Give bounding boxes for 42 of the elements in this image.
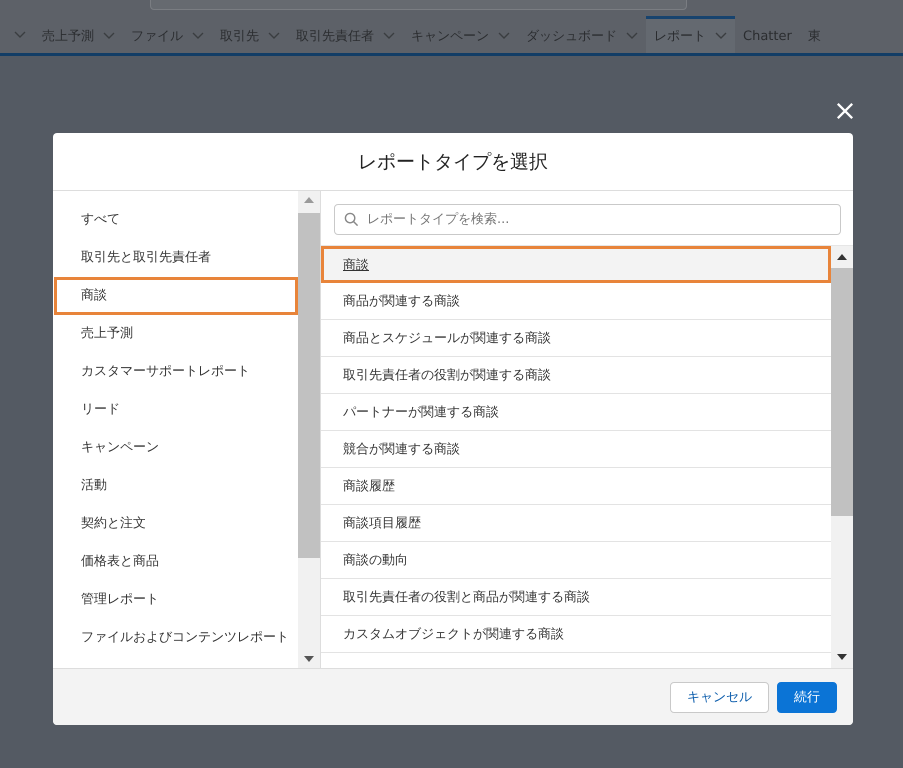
report-type-item[interactable]: パートナーが関連する商談	[321, 394, 831, 431]
category-item[interactable]: カスタマーサポートレポート	[54, 353, 298, 391]
report-type-item[interactable]: 商談の動向	[321, 542, 831, 579]
category-item[interactable]: 契約と注文	[54, 505, 298, 543]
category-item[interactable]: リード	[54, 391, 298, 429]
report-type-item[interactable]: 商談項目履歴	[321, 505, 831, 542]
scroll-down-icon[interactable]	[304, 656, 314, 662]
chevron-down-icon[interactable]	[626, 32, 638, 40]
category-item[interactable]: 取引先と取引先責任者	[54, 239, 298, 277]
category-item[interactable]: 価格表と商品	[54, 543, 298, 581]
report-type-item[interactable]: 商談履歴	[321, 468, 831, 505]
close-icon[interactable]	[836, 102, 854, 120]
report-type-item[interactable]: 商談	[321, 246, 831, 283]
dialog-title: レポートタイプを選択	[358, 150, 548, 174]
search-field[interactable]: レポートタイプを検索...	[334, 204, 841, 235]
chevron-down-icon[interactable]	[192, 32, 204, 40]
chevron-down-icon[interactable]	[103, 32, 115, 40]
category-item[interactable]: すべて	[54, 201, 298, 239]
search-icon	[344, 212, 359, 227]
report-type-item[interactable]: 取引先責任者の役割と商品が関連する商談	[321, 579, 831, 616]
scrollbar[interactable]	[831, 246, 853, 668]
scroll-up-icon[interactable]	[837, 254, 847, 260]
category-item[interactable]: 管理レポート	[54, 581, 298, 619]
chevron-down-icon[interactable]	[268, 32, 280, 40]
scrollbar[interactable]	[298, 191, 320, 668]
cancel-button[interactable]: キャンセル	[670, 682, 769, 712]
report-type-item[interactable]: 商品が関連する商談	[321, 283, 831, 320]
category-item[interactable]: ファイルおよびコンテンツレポート	[54, 619, 298, 657]
chevron-down-icon[interactable]	[14, 30, 26, 38]
category-item[interactable]: 活動	[54, 467, 298, 505]
scroll-down-icon[interactable]	[837, 654, 847, 660]
report-type-item[interactable]: 競合が関連する商談	[321, 431, 831, 468]
report-type-item[interactable]: 取引先責任者の役割が関連する商談	[321, 357, 831, 394]
category-item[interactable]: 売上予測	[54, 315, 298, 353]
continue-button[interactable]: 続行	[777, 682, 837, 712]
category-item[interactable]: 商談	[54, 277, 298, 315]
report-type-item[interactable]: カスタムオブジェクトが関連する商談	[321, 616, 831, 653]
category-item[interactable]: キャンペーン	[54, 429, 298, 467]
chevron-down-icon[interactable]	[715, 32, 727, 40]
report-type-item[interactable]: 商品とスケジュールが関連する商談	[321, 320, 831, 357]
chevron-down-icon[interactable]	[498, 32, 510, 40]
chevron-down-icon[interactable]	[383, 32, 395, 40]
